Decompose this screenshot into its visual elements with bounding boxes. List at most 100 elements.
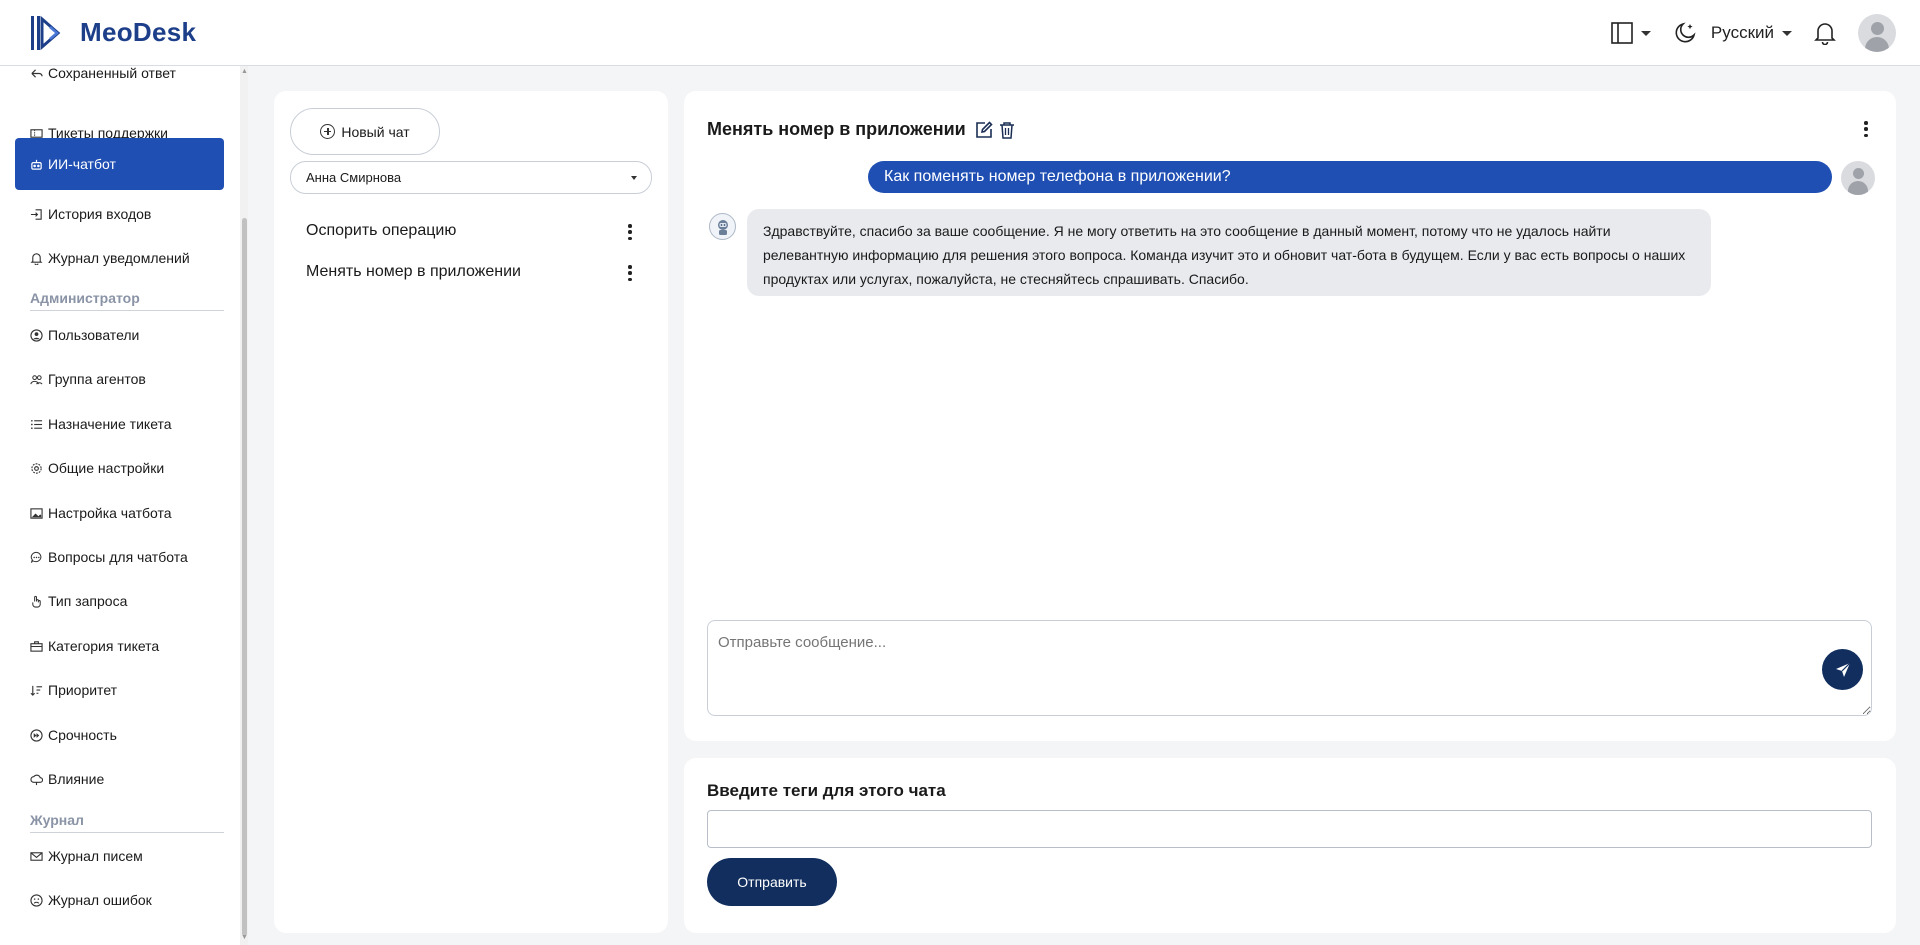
logo[interactable]: MeoDesk bbox=[30, 13, 196, 53]
moon-stars-icon bbox=[1675, 22, 1696, 43]
tags-submit-button[interactable]: Отправить bbox=[707, 858, 837, 906]
sidebar-item-request-type[interactable]: Тип запроса bbox=[15, 581, 224, 621]
envelope-icon bbox=[29, 849, 43, 863]
delete-button[interactable] bbox=[998, 121, 1016, 139]
sidebar-item-label: История входов bbox=[48, 206, 152, 222]
chat-list-item-title: Оспорить операцию bbox=[306, 222, 457, 239]
new-chat-button[interactable]: Новый чат bbox=[290, 108, 440, 155]
user-message-text: Как поменять номер телефона в приложении… bbox=[884, 168, 1231, 185]
user-select-value: Анна Смирнова bbox=[306, 170, 402, 185]
user-avatar[interactable] bbox=[1858, 14, 1896, 52]
sidebar-item-ticket-assignment[interactable]: Назначение тикета bbox=[15, 404, 224, 444]
sidebar-item-notification-log[interactable]: Журнал уведомлений bbox=[15, 238, 224, 278]
sidebar-item-label: Срочность bbox=[48, 727, 117, 743]
sidebar-layout-icon bbox=[1611, 22, 1633, 44]
scroll-up-icon[interactable]: ▲ bbox=[241, 68, 248, 75]
sidebar-item-urgency[interactable]: Срочность bbox=[15, 715, 224, 755]
chat-title-text: Менять номер в приложении bbox=[707, 119, 966, 139]
sidebar-item-label: Журнал уведомлений bbox=[48, 250, 190, 266]
pointer-icon bbox=[29, 594, 43, 608]
sidebar-item-general-settings[interactable]: Общие настройки bbox=[15, 448, 224, 488]
chevron-down-icon bbox=[1782, 30, 1792, 36]
top-bar: MeoDesk Русский bbox=[0, 0, 1920, 66]
sidebar-item-label: Приоритет bbox=[48, 682, 118, 698]
send-icon bbox=[1835, 662, 1850, 677]
user-message-avatar bbox=[1841, 161, 1875, 195]
plus-circle-icon bbox=[320, 124, 336, 139]
send-message-button[interactable] bbox=[1822, 649, 1863, 690]
saved-reply-icon bbox=[29, 66, 43, 80]
users-icon bbox=[29, 372, 43, 386]
sidebar-item-mail-log[interactable]: Журнал писем bbox=[15, 836, 224, 876]
sidebar-item-label: ИИ-чатбот bbox=[48, 156, 116, 172]
list-icon bbox=[29, 417, 43, 431]
message-input[interactable] bbox=[707, 620, 1872, 716]
bot-avatar bbox=[709, 213, 736, 240]
chevron-down-icon bbox=[1640, 30, 1651, 36]
sidebar-item-login-history[interactable]: История входов bbox=[15, 194, 224, 234]
user-select[interactable]: Анна Смирнова bbox=[290, 161, 652, 194]
sidebar-item-ticket-category[interactable]: Категория тикета bbox=[15, 626, 224, 666]
tags-title: Введите теги для этого чата bbox=[707, 781, 946, 800]
sort-icon bbox=[29, 683, 43, 697]
sidebar-item-impact[interactable]: Влияние bbox=[15, 759, 224, 799]
chevron-down-icon bbox=[631, 176, 637, 180]
sidebar-item-label: Настройка чатбота bbox=[48, 505, 172, 521]
bot-message-text: Здравствуйте, спасибо за ваше сообщение.… bbox=[763, 223, 1686, 287]
sidebar-item-ai-chatbot[interactable]: ИИ-чатбот bbox=[15, 138, 224, 190]
chat-list-panel: Новый чат Анна Смирнова Оспорить операци… bbox=[274, 91, 668, 933]
sidebar-item-label: Влияние bbox=[48, 771, 105, 787]
sidebar-item-chatbot-questions[interactable]: Вопросы для чатбота bbox=[15, 537, 224, 577]
scroll-down-icon[interactable]: ▼ bbox=[241, 934, 248, 941]
sidebar-item-label: Пользователи bbox=[48, 327, 140, 343]
sidebar-section-admin: Администратор bbox=[30, 290, 224, 311]
layout-toggle-button[interactable] bbox=[1611, 22, 1651, 44]
trash-icon bbox=[999, 121, 1014, 139]
edit-button[interactable] bbox=[975, 120, 993, 139]
chat-panel: Менять номер в приложении Как поменять н… bbox=[684, 91, 1896, 741]
chat-title: Менять номер в приложении bbox=[707, 119, 1016, 140]
sidebar-item-error-log[interactable]: Журнал ошибок bbox=[15, 880, 224, 920]
sidebar-item-label: Категория тикета bbox=[48, 638, 160, 654]
more-vertical-icon[interactable] bbox=[1864, 121, 1868, 137]
robot-icon bbox=[717, 219, 728, 235]
user-message: Как поменять номер телефона в приложении… bbox=[868, 161, 1832, 193]
tags-submit-label: Отправить bbox=[737, 874, 807, 890]
sidebar-item-agent-group[interactable]: Группа агентов bbox=[15, 359, 224, 399]
sidebar-scrollbar-thumb[interactable] bbox=[242, 218, 247, 936]
sidebar-item-users[interactable]: Пользователи bbox=[15, 315, 224, 355]
tags-input[interactable] bbox=[707, 810, 1872, 848]
chat-list-item[interactable]: Менять номер в приложении bbox=[290, 254, 652, 290]
language-label: Русский bbox=[1710, 23, 1774, 42]
sidebar-item-label: Тип запроса bbox=[48, 593, 128, 609]
theme-toggle-button[interactable] bbox=[1673, 21, 1697, 45]
login-history-icon bbox=[29, 207, 43, 221]
sidebar-item-label: Сохраненный ответ bbox=[48, 66, 176, 81]
chat-list-item[interactable]: Оспорить операцию bbox=[290, 213, 652, 249]
notifications-button[interactable] bbox=[1814, 21, 1836, 45]
more-vertical-icon[interactable] bbox=[628, 265, 632, 281]
chat-list-item-title: Менять номер в приложении bbox=[306, 263, 521, 280]
sad-face-icon bbox=[29, 893, 43, 907]
more-vertical-icon[interactable] bbox=[628, 224, 632, 240]
sidebar-item-label: Назначение тикета bbox=[48, 416, 172, 432]
bell-icon bbox=[1814, 23, 1836, 45]
gear-icon bbox=[29, 461, 43, 475]
bell-icon bbox=[29, 251, 43, 265]
sidebar-item-priority[interactable]: Приоритет bbox=[15, 670, 224, 710]
language-selector[interactable]: Русский bbox=[1711, 23, 1792, 43]
tags-panel: Введите теги для этого чата Отправить bbox=[684, 758, 1896, 933]
sidebar-item-label: Общие настройки bbox=[48, 460, 165, 476]
new-chat-label: Новый чат bbox=[341, 123, 410, 140]
sidebar-item-label: Группа агентов bbox=[48, 371, 146, 387]
sidebar-item-saved-reply[interactable]: Сохраненный ответ bbox=[15, 66, 224, 93]
chat-dots-icon bbox=[29, 550, 43, 564]
sidebar-item-chatbot-settings[interactable]: Настройка чатбота bbox=[15, 493, 224, 533]
sidebar: Сохраненный ответ Тикеты поддержки ИИ-ча… bbox=[0, 66, 248, 945]
bot-message: Здравствуйте, спасибо за ваше сообщение.… bbox=[747, 209, 1711, 296]
sidebar-section-log: Журнал bbox=[30, 812, 224, 833]
app-name: MeoDesk bbox=[80, 17, 197, 47]
fast-forward-icon bbox=[29, 728, 43, 742]
sidebar-item-label: Вопросы для чатбота bbox=[48, 549, 188, 565]
briefcase-icon bbox=[29, 639, 43, 653]
